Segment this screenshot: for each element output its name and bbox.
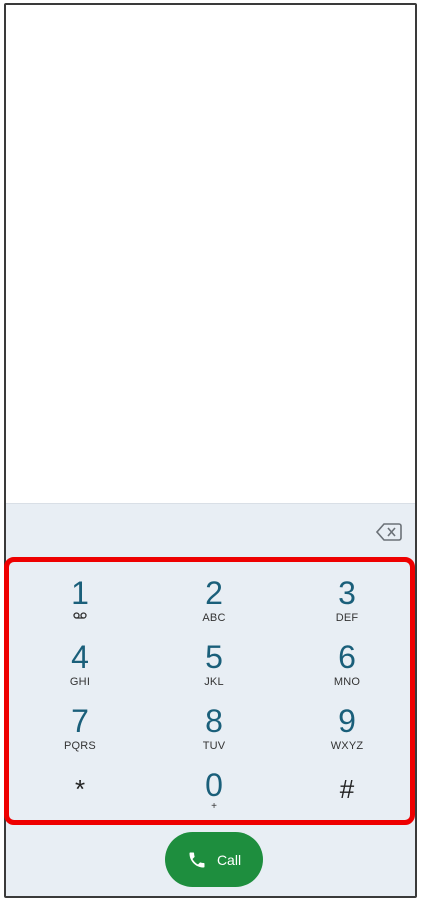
voicemail-icon [73, 612, 87, 619]
key-digit: 9 [338, 703, 356, 739]
key-letters: GHI [69, 676, 91, 688]
phone-icon [189, 852, 205, 867]
dialpad-key-star[interactable]: * [25, 768, 135, 828]
key-digit: 1 [71, 575, 89, 611]
key-digit: 5 [205, 639, 223, 675]
key-digit: 8 [205, 703, 223, 739]
key-digit: 4 [71, 639, 89, 675]
number-display-area [6, 5, 415, 503]
dialpad-key-7[interactable]: 7 PQRS [25, 704, 135, 764]
dialpad-key-5[interactable]: 5 JKL [159, 640, 269, 700]
key-letters: DEF [335, 612, 359, 624]
key-digit: # [339, 774, 355, 804]
key-letters: JKL [204, 676, 224, 688]
key-digit: 0 [205, 767, 223, 803]
key-digit: * [74, 774, 86, 804]
key-letters: + [211, 801, 217, 812]
key-letters: TUV [202, 740, 226, 752]
dialpad-key-hash[interactable]: # [292, 768, 402, 828]
dialpad-key-4[interactable]: 4 GHI [25, 640, 135, 700]
key-letters: ABC [202, 612, 226, 624]
backspace-icon[interactable] [375, 522, 402, 542]
key-letters: WXYZ [330, 740, 364, 752]
key-letters: PQRS [64, 740, 96, 752]
dialpad-key-8[interactable]: 8 TUV [159, 704, 269, 764]
key-digit: 6 [338, 639, 356, 675]
dialpad-key-1[interactable]: 1 [25, 576, 135, 636]
dialpad-key-6[interactable]: 6 MNO [292, 640, 402, 700]
call-button-label: Call [216, 851, 242, 868]
key-digit: 3 [338, 575, 356, 611]
key-digit: 2 [205, 575, 223, 611]
call-button[interactable]: Call [165, 832, 263, 887]
dialpad-key-9[interactable]: 9 WXYZ [292, 704, 402, 764]
key-digit: 7 [71, 703, 89, 739]
key-letters: MNO [333, 676, 361, 688]
dialpad-key-3[interactable]: 3 DEF [292, 576, 402, 636]
dialpad-key-0[interactable]: 0 + [159, 768, 269, 828]
dialpad-key-2[interactable]: 2 ABC [159, 576, 269, 636]
